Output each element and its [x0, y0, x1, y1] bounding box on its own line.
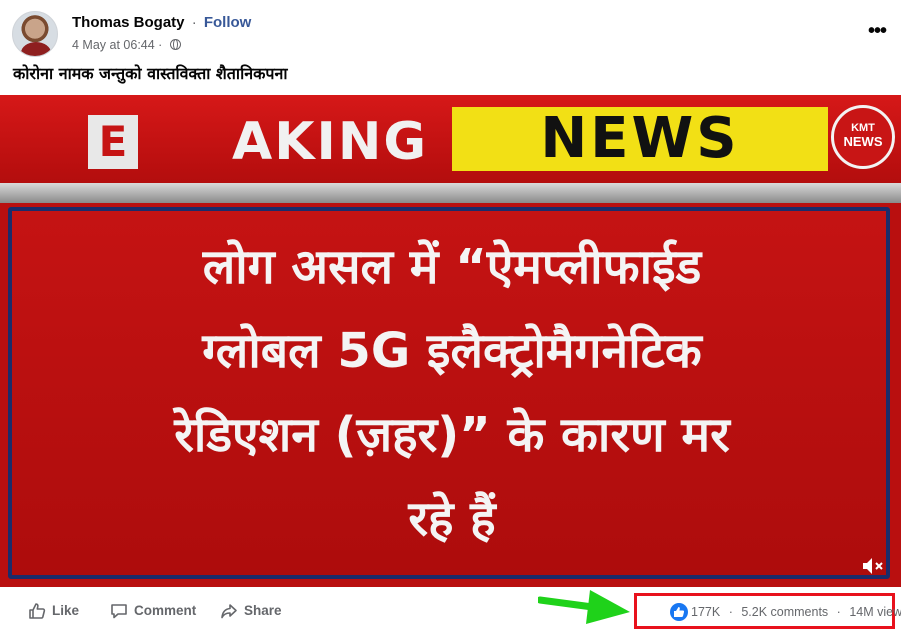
thumbs-up-icon: [29, 603, 46, 619]
share-icon: [221, 604, 237, 619]
headline-panel: लोग असल में “ऐमप्लीफाईड ग्लोबल 5G इलैक्ट…: [8, 207, 890, 579]
author-name[interactable]: Thomas Bogaty: [72, 14, 185, 31]
logo-line-2: NEWS: [843, 134, 883, 149]
reaction-count[interactable]: 177K: [691, 605, 720, 619]
stat-separator: ·: [728, 605, 733, 619]
banner-breaking-text: AKING: [232, 112, 429, 172]
share-label: Share: [244, 603, 282, 618]
engagement-stats: 177K · 5.2K comments · 14M views: [670, 603, 901, 621]
breaking-news-banner: E AKING NEWS KMT NEWS: [0, 95, 901, 183]
banner-divider: [0, 183, 901, 203]
speaker-muted-icon[interactable]: [862, 557, 886, 575]
headline-line: लोग असल में “ऐमप्लीफाईड: [202, 239, 702, 295]
more-options-icon[interactable]: •••: [868, 20, 887, 43]
banner-left-letter: E: [88, 115, 138, 169]
like-button[interactable]: Like: [28, 602, 79, 620]
like-label: Like: [52, 603, 80, 618]
globe-icon: [169, 39, 181, 50]
headline-text: लोग असल में “ऐमप्लीफाईड ग्लोबल 5G इलैक्ट…: [26, 225, 878, 561]
avatar[interactable]: [12, 11, 58, 57]
headline-line: रेडिएशन (ज़हर)” के कारण मर: [174, 407, 730, 463]
comment-label: Comment: [134, 603, 197, 618]
headline-line: ग्लोबल 5G इलैक्ट्रोमैगनेटिक: [202, 323, 702, 379]
post-actions: Like Comment Share: [0, 596, 630, 630]
post-header: Thomas Bogaty · Follow 4 May at 06:44 · …: [10, 8, 890, 58]
green-arrow-annotation: [538, 590, 630, 624]
comment-button[interactable]: Comment: [110, 602, 196, 620]
like-reaction-icon[interactable]: [670, 603, 688, 621]
author-line: Thomas Bogaty · Follow: [72, 14, 251, 31]
video-player[interactable]: E AKING NEWS KMT NEWS लोग असल में “ऐमप्ल…: [0, 95, 901, 587]
share-button[interactable]: Share: [220, 602, 282, 620]
post-meta: 4 May at 06:44 ·: [72, 38, 181, 52]
stat-separator: ·: [836, 605, 841, 619]
comment-icon: [111, 604, 127, 619]
post-timestamp[interactable]: 4 May at 06:44 ·: [72, 38, 162, 52]
news-text: NEWS: [540, 106, 740, 171]
logo-line-1: KMT: [851, 122, 875, 134]
post-caption: कोरोना नामक जन्तुको वास्तविक्ता शैतानिकप…: [13, 64, 288, 83]
view-count: 14M views: [849, 605, 901, 619]
separator-dot: ·: [191, 14, 197, 31]
news-box: NEWS: [452, 107, 828, 171]
channel-logo: KMT NEWS: [831, 105, 895, 169]
comment-count[interactable]: 5.2K comments: [741, 605, 828, 619]
follow-button[interactable]: Follow: [204, 14, 252, 31]
headline-line: रहे हैं: [408, 491, 496, 547]
